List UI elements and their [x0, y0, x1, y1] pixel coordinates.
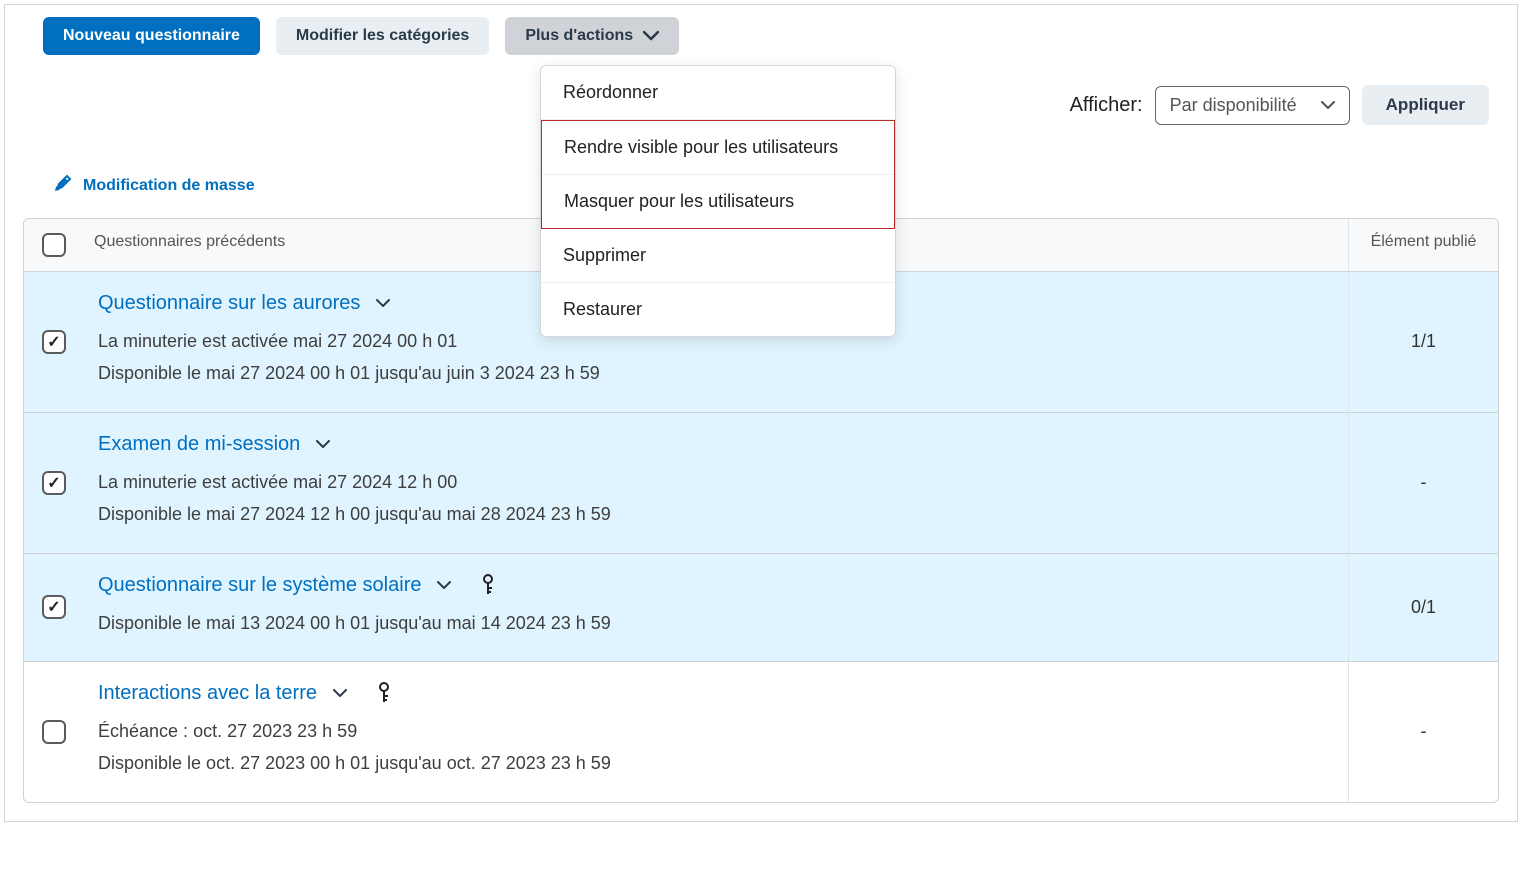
row-content: Interactions avec la terre Échéance : oct…: [84, 662, 1348, 802]
table-row: Questionnaire sur le système solaire Disp…: [24, 553, 1498, 661]
new-quiz-button[interactable]: Nouveau questionnaire: [43, 17, 260, 55]
header-published: Élément publié: [1348, 219, 1498, 271]
chevron-down-icon[interactable]: [437, 581, 451, 590]
row-checkbox[interactable]: [42, 720, 66, 744]
chevron-down-icon[interactable]: [333, 689, 347, 698]
edit-categories-button[interactable]: Modifier les catégories: [276, 17, 489, 55]
row-title-wrap: Questionnaire sur le système solaire: [98, 574, 1334, 597]
menu-item-delete[interactable]: Supprimer: [541, 229, 895, 283]
menu-item-reorder[interactable]: Réordonner: [541, 66, 895, 120]
row-published-cell: 1/1: [1348, 272, 1498, 412]
filter-select-value: Par disponibilité: [1170, 95, 1297, 116]
more-actions-label: Plus d'actions: [525, 27, 633, 45]
row-detail-line: Disponible le oct. 27 2023 00 h 01 jusqu…: [98, 747, 1334, 779]
menu-item-make-visible[interactable]: Rendre visible pour les utilisateurs: [542, 121, 894, 175]
quiz-link[interactable]: Examen de mi-session: [98, 433, 300, 456]
bulk-edit-label: Modification de masse: [83, 177, 255, 195]
filter-label: Afficher:: [1070, 94, 1143, 117]
quiz-link[interactable]: Interactions avec la terre: [98, 682, 317, 705]
menu-item-label: Rendre visible pour les utilisateurs: [564, 137, 838, 157]
row-published-cell: 0/1: [1348, 554, 1498, 661]
apply-button[interactable]: Appliquer: [1362, 85, 1489, 125]
chevron-down-icon: [643, 31, 659, 41]
row-published-cell: -: [1348, 662, 1498, 802]
menu-item-label: Masquer pour les utilisateurs: [564, 191, 794, 211]
more-actions-dropdown: Réordonner Rendre visible pour les utili…: [540, 65, 896, 337]
table-row: Interactions avec la terre Échéance : oct…: [24, 661, 1498, 802]
row-detail-line: Échéance : oct. 27 2023 23 h 59: [98, 715, 1334, 747]
bulk-edit-link[interactable]: Modification de masse: [23, 173, 285, 198]
row-checkbox[interactable]: [42, 330, 66, 354]
row-detail-line: Disponible le mai 27 2024 00 h 01 jusqu'…: [98, 357, 1334, 389]
row-detail-line: Disponible le mai 27 2024 12 h 00 jusqu'…: [98, 498, 1334, 530]
page-frame: Nouveau questionnaire Modifier les catég…: [4, 4, 1518, 822]
menu-highlight-group: Rendre visible pour les utilisateurs Mas…: [541, 120, 895, 229]
pencil-icon: [53, 173, 73, 198]
row-detail-line: Disponible le mai 13 2024 00 h 01 jusqu'…: [98, 607, 1334, 639]
key-icon: [377, 682, 391, 704]
row-checkbox-cell: [24, 413, 84, 553]
row-checkbox-cell: [24, 662, 84, 802]
menu-item-restore[interactable]: Restaurer: [541, 283, 895, 336]
new-quiz-label: Nouveau questionnaire: [63, 27, 240, 45]
row-title-wrap: Examen de mi-session: [98, 433, 1334, 456]
more-actions-button[interactable]: Plus d'actions: [505, 17, 679, 55]
quiz-link[interactable]: Questionnaire sur les aurores: [98, 292, 360, 315]
row-content: Examen de mi-session La minuterie est act…: [84, 413, 1348, 553]
chevron-down-icon[interactable]: [376, 299, 390, 308]
menu-item-label: Supprimer: [563, 245, 646, 265]
table-row: Examen de mi-session La minuterie est act…: [24, 412, 1498, 553]
menu-item-hide[interactable]: Masquer pour les utilisateurs: [542, 175, 894, 228]
chevron-down-icon: [1321, 101, 1335, 110]
select-all-checkbox[interactable]: [42, 233, 66, 257]
row-detail-line: La minuterie est activée mai 27 2024 12 …: [98, 466, 1334, 498]
key-icon: [481, 574, 495, 596]
chevron-down-icon[interactable]: [316, 440, 330, 449]
row-checkbox-cell: [24, 272, 84, 412]
filter-select[interactable]: Par disponibilité: [1155, 86, 1350, 125]
quiz-link[interactable]: Questionnaire sur le système solaire: [98, 574, 421, 597]
apply-label: Appliquer: [1386, 95, 1465, 114]
row-checkbox[interactable]: [42, 471, 66, 495]
menu-item-label: Réordonner: [563, 82, 658, 102]
row-title-wrap: Interactions avec la terre: [98, 682, 1334, 705]
row-published-cell: -: [1348, 413, 1498, 553]
row-checkbox[interactable]: [42, 595, 66, 619]
menu-item-label: Restaurer: [563, 299, 642, 319]
row-content: Questionnaire sur le système solaire Disp…: [84, 554, 1348, 661]
toolbar: Nouveau questionnaire Modifier les catég…: [23, 17, 1499, 55]
edit-categories-label: Modifier les catégories: [296, 27, 469, 45]
row-checkbox-cell: [24, 554, 84, 661]
header-checkbox-cell: [24, 219, 84, 271]
